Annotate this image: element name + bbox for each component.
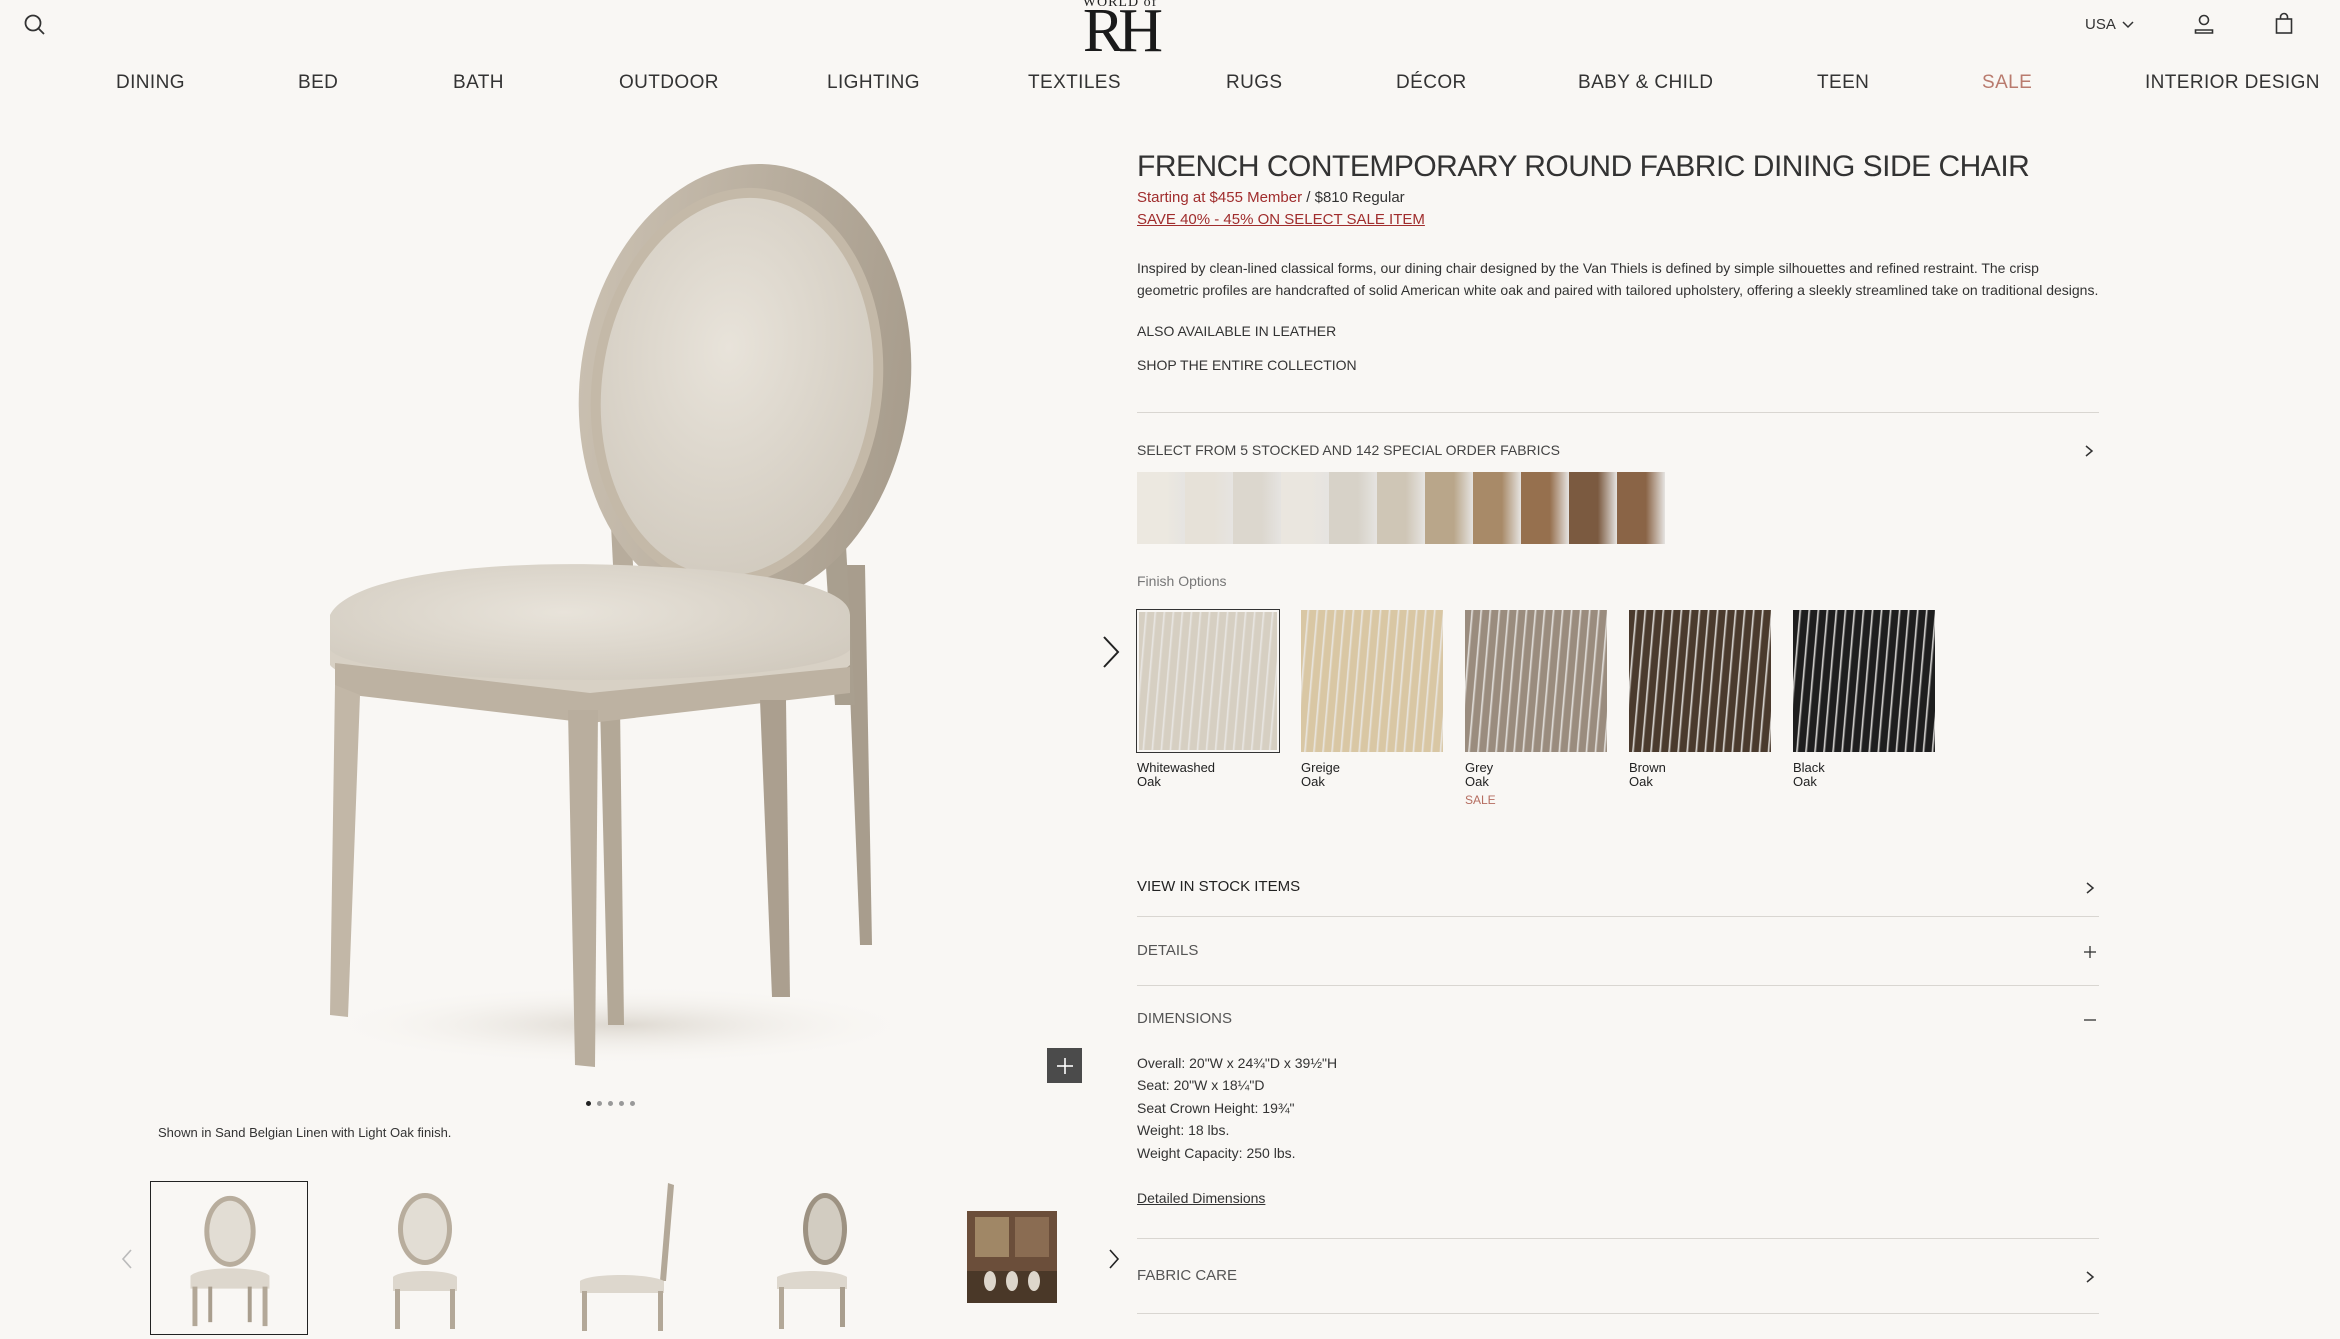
thumbnail-4[interactable]	[735, 1181, 893, 1335]
fabric-swatch[interactable]	[1521, 472, 1569, 544]
nav-item-teen[interactable]: TEEN	[1817, 72, 1869, 94]
fabric-swatch[interactable]	[1425, 472, 1473, 544]
pagination-dot[interactable]	[630, 1101, 635, 1106]
thumbnail-next-arrow-icon[interactable]	[1105, 1248, 1123, 1270]
also-available-leather-link[interactable]: ALSO AVAILABLE IN LEATHER	[1137, 323, 1336, 339]
divider	[1137, 412, 2099, 413]
thumbnail-prev-arrow-icon[interactable]	[118, 1248, 136, 1270]
country-label: USA	[2085, 16, 2116, 33]
nav-item-sale[interactable]: SALE	[1982, 72, 2032, 94]
search-icon[interactable]	[22, 12, 48, 38]
fabric-swatch[interactable]	[1281, 472, 1329, 544]
account-icon[interactable]	[2192, 12, 2216, 36]
dimensions-accordion[interactable]: DIMENSIONS	[1137, 1010, 1232, 1027]
dimension-seat-crown-height: Seat Crown Height: 19¾"	[1137, 1100, 1295, 1116]
logo-text: RH	[1082, 0, 1163, 65]
thumbnail-3[interactable]	[540, 1181, 698, 1335]
finish-option-greige-oak[interactable]: Greige Oak	[1301, 610, 1443, 793]
finish-option-black-oak[interactable]: Black Oak	[1793, 610, 1935, 793]
finish-name: Brown Oak	[1629, 760, 1666, 789]
chevron-right-icon[interactable]	[2083, 1270, 2097, 1284]
finish-swatch	[1629, 610, 1771, 752]
dimension-overall: Overall: 20"W x 24¾"D x 39½"H	[1137, 1055, 1338, 1071]
nav-item-lighting[interactable]: LIGHTING	[827, 72, 920, 94]
cart-icon[interactable]	[2272, 12, 2296, 36]
pagination-dot[interactable]	[597, 1101, 602, 1106]
nav-item-outdoor[interactable]: OUTDOOR	[619, 72, 719, 94]
nav-item-decor[interactable]: DÉCOR	[1396, 72, 1467, 94]
finish-name: Whitewashed Oak	[1137, 760, 1216, 789]
divider	[1137, 1313, 2099, 1314]
divider	[1137, 1238, 2099, 1239]
view-in-stock-row[interactable]: VIEW IN STOCK ITEMS	[1137, 878, 1300, 895]
sale-link[interactable]: SAVE 40% - 45% ON SELECT SALE ITEM	[1137, 211, 1425, 228]
divider	[1137, 916, 2099, 917]
detailed-dimensions-link[interactable]: Detailed Dimensions	[1137, 1190, 1265, 1206]
header: WORLD of RH USA	[0, 0, 2340, 65]
pagination-dot[interactable]	[619, 1101, 624, 1106]
minus-icon[interactable]	[2083, 1013, 2097, 1027]
fabric-swatch[interactable]	[1137, 472, 1185, 544]
dimension-weight-capacity: Weight Capacity: 250 lbs.	[1137, 1145, 1296, 1161]
details-accordion[interactable]: DETAILS	[1137, 942, 1198, 959]
fabric-swatch[interactable]	[1329, 472, 1377, 544]
fabric-swatch[interactable]	[1185, 472, 1233, 544]
finish-swatch	[1793, 610, 1935, 752]
shop-collection-link[interactable]: SHOP THE ENTIRE COLLECTION	[1137, 357, 1357, 373]
nav-item-baby-child[interactable]: BABY & CHILD	[1578, 72, 1713, 94]
fabric-swatch-strip	[1137, 472, 1665, 544]
thumbnail-2[interactable]	[345, 1181, 503, 1335]
product-main-image[interactable]	[290, 145, 950, 1085]
finish-name: Black Oak	[1793, 760, 1825, 789]
price-separator: /	[1302, 189, 1315, 206]
pagination-dot[interactable]	[608, 1101, 613, 1106]
finish-swatch	[1465, 610, 1607, 752]
product-description: Inspired by clean-lined classical forms,…	[1137, 260, 2099, 298]
finish-name: Greige Oak	[1301, 760, 1341, 789]
nav-item-textiles[interactable]: TEXTILES	[1028, 72, 1121, 94]
chevron-right-icon[interactable]	[2083, 881, 2097, 895]
dimension-weight: Weight: 18 lbs.	[1137, 1122, 1230, 1138]
chevron-right-icon[interactable]	[2083, 444, 2095, 458]
country-selector[interactable]: USA	[2085, 16, 2134, 33]
fabric-swatch[interactable]	[1233, 472, 1281, 544]
finish-name: Grey Oak	[1465, 760, 1494, 789]
image-pagination-dots	[586, 1101, 635, 1106]
fabrics-selector-header[interactable]: SELECT FROM 5 STOCKED AND 142 SPECIAL OR…	[1137, 442, 1560, 458]
fabric-swatch[interactable]	[1617, 472, 1665, 544]
fabric-care-row[interactable]: FABRIC CARE	[1137, 1267, 1237, 1284]
finish-option-brown-oak[interactable]: Brown Oak	[1629, 610, 1771, 793]
image-next-arrow-icon[interactable]	[1098, 634, 1124, 670]
finish-option-grey-oak[interactable]: Grey Oak SALE	[1465, 610, 1607, 807]
sale-badge: SALE	[1465, 793, 1496, 807]
member-price: Starting at $455 Member	[1137, 189, 1303, 206]
finish-swatch	[1301, 610, 1443, 752]
product-title: FRENCH CONTEMPORARY ROUND FABRIC DINING …	[1137, 150, 2030, 183]
fabric-swatch[interactable]	[1377, 472, 1425, 544]
thumbnail-1[interactable]	[150, 1181, 308, 1335]
fabric-swatch[interactable]	[1473, 472, 1521, 544]
nav-item-rugs[interactable]: RUGS	[1226, 72, 1283, 94]
zoom-button[interactable]	[1047, 1048, 1082, 1083]
regular-price: $810 Regular	[1314, 189, 1405, 206]
nav-item-bath[interactable]: BATH	[453, 72, 504, 94]
pagination-dot[interactable]	[586, 1101, 591, 1106]
finish-options-label: Finish Options	[1137, 573, 1227, 589]
nav-item-bed[interactable]: BED	[298, 72, 338, 94]
plus-icon	[1056, 1057, 1073, 1074]
finish-option-whitewashed-oak[interactable]: Whitewashed Oak	[1136, 609, 1280, 793]
fabric-swatch[interactable]	[1569, 472, 1617, 544]
divider	[1137, 985, 2099, 986]
dimension-seat: Seat: 20"W x 18¼"D	[1137, 1077, 1265, 1093]
nav-item-interior-design[interactable]: INTERIOR DESIGN	[2145, 72, 2320, 94]
finish-swatch	[1136, 609, 1280, 753]
rh-logo[interactable]: WORLD of RH	[1075, 0, 1165, 65]
image-caption: Shown in Sand Belgian Linen with Light O…	[158, 1125, 452, 1140]
plus-icon[interactable]	[2083, 945, 2097, 959]
thumbnail-5-room-scene[interactable]	[930, 1181, 1088, 1335]
product-price: Starting at $455 Member / $810 Regular	[1137, 189, 1405, 206]
main-nav: DINING BED BATH OUTDOOR LIGHTING TEXTILE…	[0, 72, 2340, 102]
nav-item-dining[interactable]: DINING	[116, 72, 185, 94]
chevron-down-icon	[2122, 20, 2134, 28]
